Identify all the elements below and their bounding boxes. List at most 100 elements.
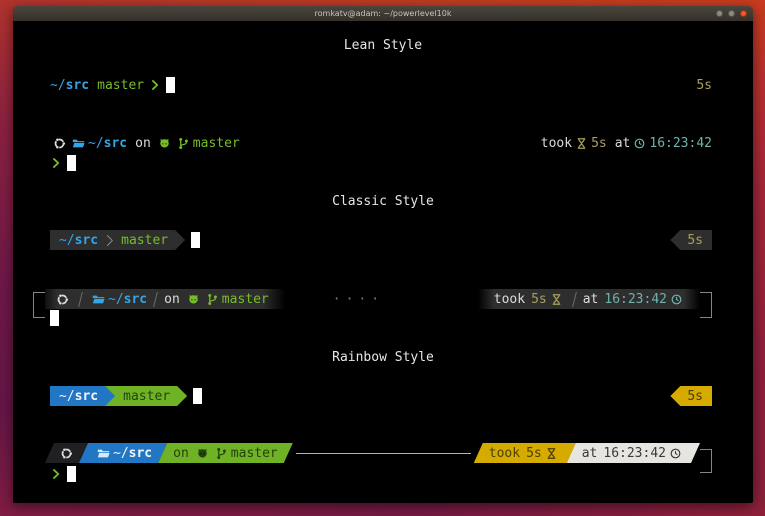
rainbow-dir-segment: ~/src (50, 386, 115, 406)
desktop-wallpaper: romkatv@adam: ~/powerlevel10k Lean Style… (0, 0, 765, 516)
terminal-cursor (193, 388, 202, 404)
classic-prompt-oneline: ~/src master 5s (50, 230, 712, 250)
lean-prompt-multiline-line1: ~/src on master took 5s at 16:23:42 (50, 133, 712, 153)
hourglass-icon (550, 293, 563, 306)
rainbow-prompt-multiline-line1: ~/src on master took 5s at (45, 443, 712, 463)
dir-prefix: ~/ (108, 292, 124, 307)
lean-prompt-multiline-line2 (50, 153, 712, 173)
git-branch-name: master (123, 389, 170, 404)
lean-prompt-oneline: ~/src master 5s (50, 75, 712, 95)
git-branch-name: master (222, 292, 269, 307)
heading-rainbow: Rainbow Style (13, 347, 753, 367)
maximize-button[interactable] (728, 10, 735, 17)
heading-lean: Lean Style (13, 35, 753, 55)
at-label: at (582, 446, 598, 461)
minimize-button[interactable] (716, 10, 723, 17)
classic-right-segment: 5s (670, 230, 712, 250)
window-controls (716, 10, 747, 17)
window-titlebar[interactable]: romkatv@adam: ~/powerlevel10k (13, 6, 753, 21)
current-time: 16:23:42 (604, 292, 667, 307)
github-octocat-icon (187, 293, 200, 306)
on-label: on (173, 446, 189, 461)
window-title: romkatv@adam: ~/powerlevel10k (315, 10, 452, 18)
prompt-chevron-icon (50, 157, 62, 169)
hourglass-icon (575, 137, 588, 150)
command-duration: 5s (687, 389, 703, 404)
slash-separator (78, 292, 83, 307)
rainbow-time-segment: at 16:23:42 (567, 443, 700, 463)
at-label: at (583, 292, 599, 307)
clock-icon (669, 447, 682, 460)
os-ubuntu-icon (53, 137, 66, 150)
rainbow-dir-segment: ~/src (79, 443, 167, 463)
dir-prefix: ~/ (88, 136, 104, 151)
dir-name: src (75, 233, 98, 248)
heading-rainbow-label: Rainbow Style (332, 350, 434, 365)
rainbow-duration-segment: 5s (670, 386, 712, 406)
terminal-cursor (50, 310, 59, 326)
clock-icon (670, 293, 683, 306)
dir-name: src (66, 78, 89, 93)
terminal-content[interactable]: Lean Style ~/src master 5s ~/src on (13, 21, 753, 503)
rainbow-branch-segment: master (104, 386, 187, 406)
github-octocat-icon (196, 447, 209, 460)
dir-name: src (129, 446, 152, 461)
on-label: on (135, 136, 151, 151)
slash-separator (572, 292, 577, 307)
command-duration: 5s (526, 446, 542, 461)
slash-separator (153, 292, 158, 307)
dir-name: src (104, 136, 127, 151)
terminal-cursor (191, 232, 200, 248)
dir-prefix: ~/ (59, 389, 75, 404)
classic-prompt-multiline-line1: ~/src on master ···· took 5s (33, 289, 712, 309)
command-duration: 5s (687, 233, 703, 248)
terminal-cursor (67, 466, 76, 482)
segment-separator-icon (103, 234, 116, 247)
git-branch-name: master (97, 78, 144, 93)
git-branch-name: master (193, 136, 240, 151)
heading-lean-label: Lean Style (344, 38, 422, 53)
os-ubuntu-icon (56, 293, 69, 306)
rainbow-prompt-oneline: ~/src master 5s (50, 386, 712, 406)
on-label: on (164, 292, 180, 307)
rainbow-branch-segment: on master (158, 443, 293, 463)
github-octocat-icon (158, 137, 171, 150)
classic-left-segment: ~/src master (50, 230, 185, 250)
classic-multiline-right-bar: took 5s at 16:23:42 (478, 289, 700, 309)
gap-filler-dots: ···· (333, 292, 384, 307)
os-ubuntu-icon (60, 447, 73, 460)
git-branch-icon (215, 447, 228, 460)
command-duration: 5s (696, 78, 712, 93)
dir-prefix: ~/ (59, 233, 75, 248)
close-button[interactable] (740, 10, 747, 17)
prompt-chevron-icon (50, 468, 62, 480)
current-time: 16:23:42 (603, 446, 666, 461)
prompt-frame-left (33, 292, 45, 318)
took-label: took (494, 292, 525, 307)
dir-name: src (124, 292, 147, 307)
rainbow-duration-segment: took 5s (474, 443, 576, 463)
folder-icon (72, 137, 85, 150)
dir-prefix: ~/ (50, 78, 66, 93)
git-branch-icon (206, 293, 219, 306)
heading-classic: Classic Style (13, 191, 753, 211)
classic-multiline-left-bar: ~/src on master (45, 289, 285, 309)
folder-icon (92, 293, 105, 306)
command-duration: 5s (531, 292, 547, 307)
rainbow-prompt-multiline-line2 (50, 464, 712, 484)
took-label: took (489, 446, 520, 461)
gap-filler-line (296, 453, 471, 454)
git-branch-name: master (231, 446, 278, 461)
at-label: at (615, 136, 631, 151)
heading-classic-label: Classic Style (332, 194, 434, 209)
dir-prefix: ~/ (113, 446, 129, 461)
current-time: 16:23:42 (649, 136, 712, 151)
command-duration: 5s (591, 136, 607, 151)
folder-icon (97, 447, 110, 460)
prompt-chevron-icon (149, 79, 161, 91)
hourglass-icon (545, 447, 558, 460)
git-branch-name: master (121, 233, 168, 248)
terminal-cursor (67, 155, 76, 171)
terminal-cursor (166, 77, 175, 93)
classic-prompt-multiline-line2 (50, 308, 712, 328)
